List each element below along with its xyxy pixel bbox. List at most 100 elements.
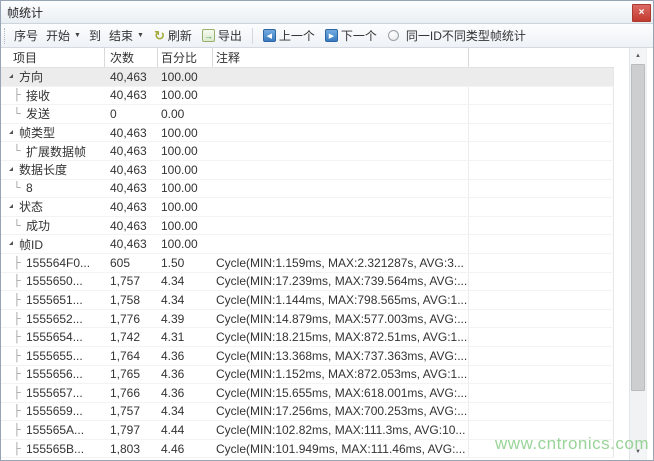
start-dropdown[interactable]: 开始 ▼: [42, 25, 85, 46]
row-count: 1,766: [105, 384, 158, 402]
refresh-button[interactable]: ↻ 刷新: [150, 25, 196, 46]
table-row[interactable]: ├ 1555651... 1,758 4.34 Cycle(MIN:1.144m…: [1, 291, 614, 310]
column-header-item[interactable]: 项目: [1, 48, 105, 67]
row-count: 1,758: [105, 291, 158, 309]
item-cell: ├ 155565A...: [1, 421, 105, 439]
row-count: 1,757: [105, 403, 158, 421]
row-note: Cycle(MIN:1.159ms, MAX:2.321287s, AVG:3.…: [213, 254, 469, 272]
same-id-radio[interactable]: [388, 30, 399, 41]
row-note: [213, 198, 469, 216]
tree-branch-icon: ├: [13, 350, 26, 362]
table-row[interactable]: ├ 1555656... 1,765 4.36 Cycle(MIN:1.152m…: [1, 366, 614, 385]
scrollbar-thumb[interactable]: [631, 64, 645, 391]
table-row[interactable]: 方向 40,463 100.00: [1, 68, 614, 87]
row-percent: 4.44: [158, 421, 213, 439]
row-note: [213, 87, 469, 105]
row-count: 1,742: [105, 328, 158, 346]
tree-branch-icon: ├: [13, 313, 26, 325]
row-note: [213, 124, 469, 142]
table-row[interactable]: ├ 1555652... 1,776 4.39 Cycle(MIN:14.879…: [1, 310, 614, 329]
close-button[interactable]: ×: [632, 4, 651, 22]
row-label: 1555659...: [26, 404, 83, 418]
tree-branch-icon: ├: [13, 89, 26, 101]
table-row[interactable]: ├ 1555659... 1,757 4.34 Cycle(MIN:17.256…: [1, 403, 614, 422]
scroll-up-button[interactable]: ▲: [630, 48, 646, 64]
end-dropdown[interactable]: 结束 ▼: [105, 25, 148, 46]
column-header-note[interactable]: 注释: [213, 48, 469, 67]
table-row[interactable]: ├ 1555650... 1,757 4.34 Cycle(MIN:17.239…: [1, 273, 614, 292]
row-note: [213, 68, 469, 86]
row-percent: 100.00: [158, 124, 213, 142]
table-row[interactable]: ├ 接收 40,463 100.00: [1, 87, 614, 106]
column-header-percent[interactable]: 百分比: [158, 48, 213, 67]
table-row[interactable]: ├ 1555654... 1,742 4.31 Cycle(MIN:18.215…: [1, 328, 614, 347]
tree-branch-icon: ├: [13, 257, 26, 269]
tree-branch-icon: ├: [13, 294, 26, 306]
row-note: Cycle(MIN:18.215ms, MAX:872.51ms, AVG:1.…: [213, 328, 469, 346]
item-cell: 方向: [1, 68, 105, 86]
window-title: 帧统计: [1, 4, 43, 21]
row-label: 1555655...: [26, 349, 83, 363]
scrollbar-track[interactable]: [630, 64, 646, 444]
expand-marker-icon[interactable]: [9, 167, 13, 171]
row-note: Cycle(MIN:17.239ms, MAX:739.564ms, AVG:.…: [213, 273, 469, 291]
row-count: 0: [105, 105, 158, 123]
table-row[interactable]: ├ 155565B... 1,803 4.46 Cycle(MIN:101.94…: [1, 440, 614, 459]
previous-button[interactable]: ◀ 上一个: [259, 25, 319, 46]
close-icon: ×: [639, 7, 645, 18]
table-row[interactable]: 状态 40,463 100.00: [1, 198, 614, 217]
column-header-empty: [469, 48, 614, 67]
table-row[interactable]: └ 扩展数据帧 40,463 100.00: [1, 142, 614, 161]
row-note: Cycle(MIN:15.655ms, MAX:618.001ms, AVG:.…: [213, 384, 469, 402]
row-label: 接收: [26, 87, 50, 104]
expand-marker-icon[interactable]: [9, 204, 13, 208]
tree-branch-icon: ├: [13, 387, 26, 399]
row-count: 40,463: [105, 217, 158, 235]
row-note: [213, 142, 469, 160]
row-label: 1555656...: [26, 367, 83, 381]
row-count: 1,764: [105, 347, 158, 365]
expand-marker-icon[interactable]: [9, 74, 13, 78]
row-percent: 0.00: [158, 105, 213, 123]
row-label: 发送: [26, 105, 50, 122]
row-percent: 100.00: [158, 235, 213, 253]
row-percent: 4.34: [158, 403, 213, 421]
table-row[interactable]: 帧ID 40,463 100.00: [1, 235, 614, 254]
table-row[interactable]: ├ 1555657... 1,766 4.36 Cycle(MIN:15.655…: [1, 384, 614, 403]
row-filler: [469, 161, 614, 179]
table-row[interactable]: └ 8 40,463 100.00: [1, 180, 614, 199]
column-header-count[interactable]: 次数: [105, 48, 158, 67]
scroll-down-button[interactable]: ▼: [630, 444, 646, 460]
expand-marker-icon[interactable]: [9, 130, 13, 134]
row-label: 8: [26, 181, 33, 195]
next-icon: ▶: [325, 29, 338, 42]
item-cell: ├ 接收: [1, 87, 105, 105]
toolbar-grip-icon: [4, 28, 7, 44]
row-count: 40,463: [105, 142, 158, 160]
row-filler: [469, 273, 614, 291]
same-id-radio-label: 同一ID不同类型帧统计: [406, 27, 526, 44]
table-row[interactable]: ├ 1555655... 1,764 4.36 Cycle(MIN:13.368…: [1, 347, 614, 366]
export-button[interactable]: → 导出: [198, 25, 246, 46]
table-row[interactable]: └ 发送 0 0.00: [1, 105, 614, 124]
table-row[interactable]: ├ 155564F0... 605 1.50 Cycle(MIN:1.159ms…: [1, 254, 614, 273]
table-row[interactable]: └ 成功 40,463 100.00: [1, 217, 614, 236]
expand-marker-icon[interactable]: [9, 241, 13, 245]
next-button[interactable]: ▶ 下一个: [321, 25, 381, 46]
row-filler: [469, 291, 614, 309]
item-cell: ├ 1555657...: [1, 384, 105, 402]
vertical-scrollbar[interactable]: ▲ ▼: [629, 48, 646, 460]
table-row[interactable]: ├ 155565A... 1,797 4.44 Cycle(MIN:102.82…: [1, 421, 614, 440]
row-percent: 100.00: [158, 68, 213, 86]
previous-button-label: 上一个: [279, 27, 315, 44]
row-percent: 4.46: [158, 440, 213, 458]
table-row[interactable]: 数据长度 40,463 100.00: [1, 161, 614, 180]
refresh-button-label: 刷新: [168, 27, 192, 44]
row-note: [213, 217, 469, 235]
table-row[interactable]: 帧类型 40,463 100.00: [1, 124, 614, 143]
row-label: 1555651...: [26, 293, 83, 307]
table-area: 项目 次数 百分比 注释 方向 40,463 100.00 ├ 接收 40,46…: [1, 48, 653, 460]
item-cell: └ 扩展数据帧: [1, 142, 105, 160]
row-label: 帧ID: [19, 236, 43, 253]
row-note: [213, 235, 469, 253]
